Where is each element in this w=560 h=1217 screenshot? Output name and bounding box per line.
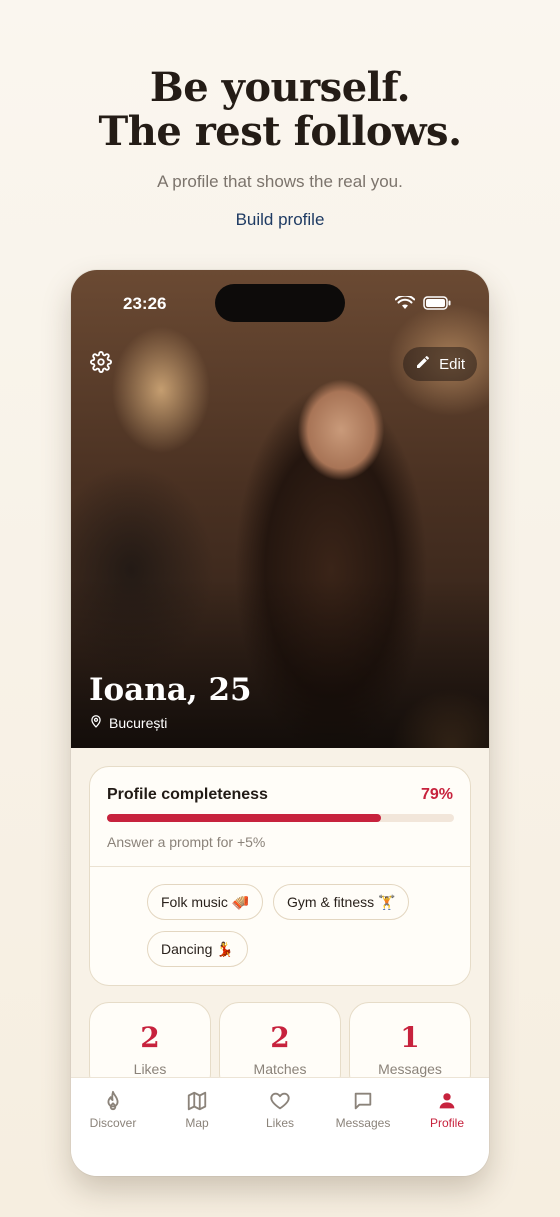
- stat-matches-value: 2: [270, 1021, 290, 1054]
- profile-location: București: [89, 713, 167, 732]
- tab-map-label: Map: [185, 1116, 209, 1130]
- bottom-tab-bar: Discover Map Likes Messages Profile: [71, 1077, 489, 1176]
- tab-profile[interactable]: Profile: [405, 1078, 489, 1138]
- hero-title-line-2: The rest follows.: [98, 108, 462, 155]
- phone-mockup: 23:26 Edit Ioana, 25 București Profile c…: [71, 270, 489, 1176]
- tab-map[interactable]: Map: [155, 1078, 239, 1138]
- interest-chip-gym-fitness[interactable]: Gym & fitness 🏋️: [273, 884, 410, 920]
- completeness-title: Profile completeness: [107, 786, 268, 803]
- map-icon: [186, 1090, 208, 1117]
- location-label: București: [109, 714, 168, 731]
- settings-button[interactable]: [87, 350, 115, 378]
- stat-matches-label: Matches: [253, 1061, 307, 1077]
- build-profile-link[interactable]: Build profile: [0, 210, 560, 230]
- completeness-progress-track: [107, 814, 454, 822]
- stat-likes-value: 2: [140, 1021, 160, 1054]
- hero-title-line-1: Be yourself.: [149, 64, 411, 111]
- pencil-icon: [415, 354, 431, 374]
- edit-profile-button[interactable]: Edit: [403, 347, 477, 381]
- tab-likes-label: Likes: [265, 1116, 294, 1130]
- battery-icon: [423, 296, 451, 315]
- completeness-progress-fill: [107, 814, 382, 822]
- wifi-icon: [394, 294, 416, 315]
- chat-icon: [352, 1090, 374, 1117]
- hero-subtitle: A profile that shows the real you.: [157, 172, 403, 191]
- stat-messages-value: 1: [400, 1021, 420, 1054]
- tab-messages-label: Messages: [335, 1116, 391, 1130]
- dynamic-island: [215, 284, 345, 322]
- stat-messages-label: Messages: [378, 1061, 442, 1077]
- stat-likes-label: Likes: [133, 1061, 167, 1077]
- tab-discover-label: Discover: [89, 1116, 137, 1130]
- tab-likes[interactable]: Likes: [238, 1078, 322, 1138]
- tab-messages[interactable]: Messages: [321, 1078, 405, 1138]
- edit-label: Edit: [439, 355, 465, 373]
- interest-chip-folk-music[interactable]: Folk music 🪗: [147, 884, 264, 920]
- flame-icon: [102, 1090, 124, 1117]
- location-pin-icon: [89, 713, 103, 732]
- hero-title: Be yourself. The rest follows.: [0, 66, 560, 154]
- person-icon: [436, 1090, 458, 1117]
- heart-icon: [269, 1090, 291, 1117]
- status-bar-icons: [394, 294, 451, 315]
- profile-completeness-card[interactable]: Profile completeness 79% Answer a prompt…: [89, 766, 471, 986]
- interest-chip-dancing[interactable]: Dancing 💃: [147, 931, 248, 967]
- tab-profile-label: Profile: [429, 1116, 464, 1130]
- card-divider: [90, 866, 470, 867]
- tab-discover[interactable]: Discover: [71, 1078, 155, 1138]
- gear-icon: [90, 350, 112, 378]
- status-bar-time: 23:26: [123, 294, 167, 313]
- profile-name-age: Ioana, 25: [89, 672, 252, 708]
- completeness-hint: Answer a prompt for +5%: [107, 834, 266, 850]
- completeness-percent: 79%: [420, 786, 453, 803]
